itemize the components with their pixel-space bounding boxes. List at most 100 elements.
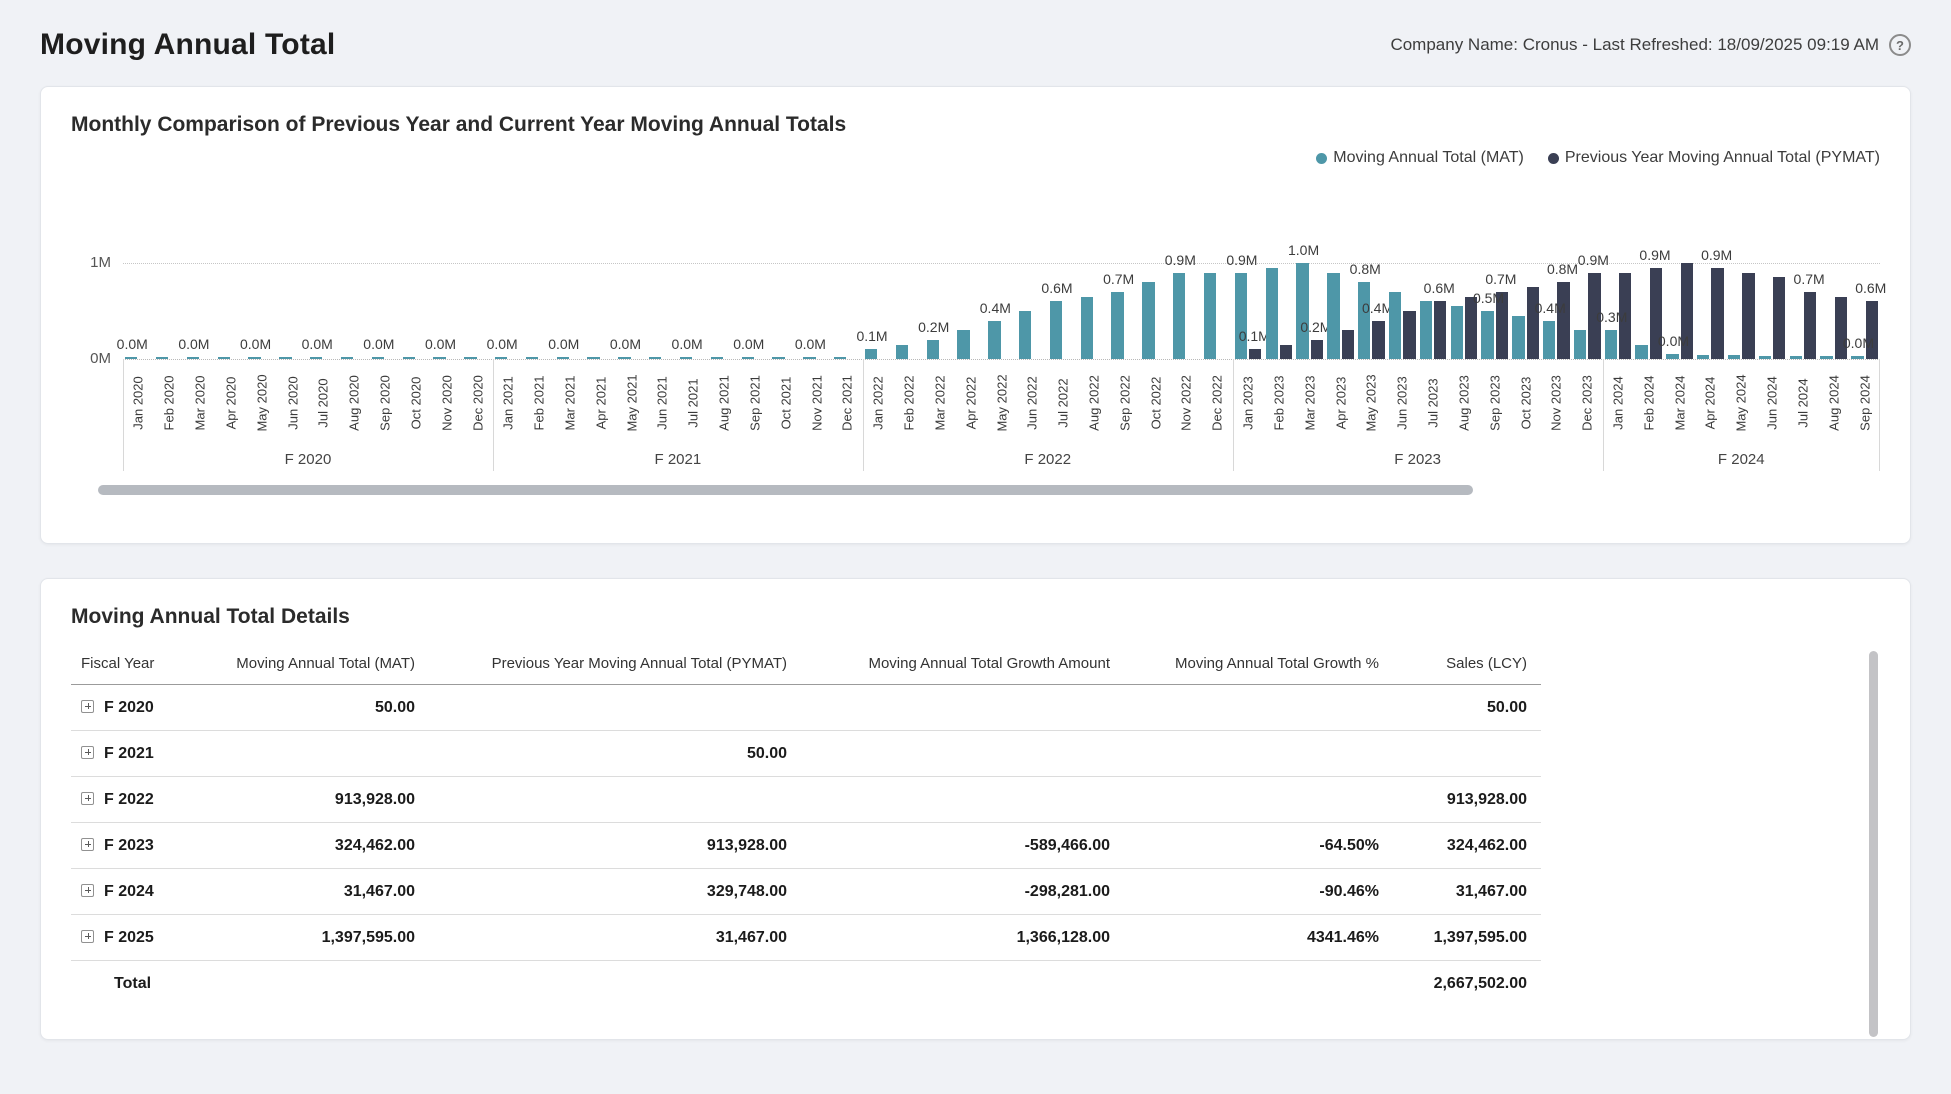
company-refresh-text: Company Name: Cronus - Last Refreshed: 1… [1390,35,1879,55]
month-slot [462,263,493,359]
pymat-bar[interactable] [1311,340,1323,359]
table-cell: 2,667,502.00 [1393,961,1541,1007]
column-header-1[interactable]: Moving Annual Total (MAT) [191,645,429,685]
table-title: Moving Annual Total Details [71,605,1880,629]
pymat-bar[interactable] [1434,301,1446,359]
y-axis-tick-1m: 1M [90,254,111,271]
mat-bar[interactable] [865,349,877,359]
pymat-bar[interactable] [1619,273,1631,359]
pymat-bar[interactable] [1465,297,1477,359]
month-slot [955,263,986,359]
fiscal-year-group: 0.3M0.9M0.0M0.9M0.7M0.0M0.6MJan 2024Feb … [1603,263,1880,471]
bar-data-label: 0.6M [1855,280,1886,296]
pymat-bar[interactable] [1650,268,1662,359]
column-header-4[interactable]: Moving Annual Total Growth % [1124,645,1393,685]
x-axis-month-label: Aug 2023 [1448,359,1479,447]
pymat-bar[interactable] [1496,292,1508,359]
mat-bar[interactable] [988,321,1000,359]
mat-bar[interactable] [1512,316,1524,359]
pymat-bar[interactable] [1557,282,1569,359]
mat-bar[interactable] [1050,301,1062,359]
legend-label-pymat: Previous Year Moving Annual Total (PYMAT… [1565,149,1880,167]
mat-bar[interactable] [1296,263,1308,359]
x-axis-month-label: Feb 2020 [154,359,185,447]
mat-bar[interactable] [1481,311,1493,359]
pymat-bar[interactable] [1711,268,1723,359]
month-slot: 0.8M0.4M [1356,263,1387,359]
table-cell [801,961,1124,1007]
month-slot: 0.0M [801,263,832,359]
mat-bar[interactable] [927,340,939,359]
mat-bar[interactable] [1111,292,1123,359]
pymat-bar[interactable] [1804,292,1816,359]
chart-plot-area: 1M 0M 0.0M0.0M0.0M0.0M0.0M0.0MJan 2020Fe… [123,263,1880,471]
legend-item-pymat[interactable]: Previous Year Moving Annual Total (PYMAT… [1548,149,1880,167]
expand-icon[interactable] [81,746,94,759]
fiscal-year-label: F 2020 [104,699,154,716]
pymat-bar[interactable] [1835,297,1847,359]
expand-icon[interactable] [81,792,94,805]
chart-scrollbar-track [71,485,1880,495]
x-axis-month-label: Jan 2021 [493,359,524,447]
mat-bar[interactable] [1327,273,1339,359]
fiscal-year-label: F 2023 [104,837,154,854]
mat-bar[interactable] [1081,297,1093,359]
expand-icon[interactable] [81,838,94,851]
column-header-0[interactable]: Fiscal Year [71,645,191,685]
pymat-bar[interactable] [1527,287,1539,359]
pymat-bar[interactable] [1403,311,1415,359]
pymat-bar[interactable] [1681,263,1693,359]
month-slot [894,263,925,359]
mat-bar[interactable] [1389,292,1401,359]
month-slot: 0.9M [1633,263,1664,359]
pymat-bar[interactable] [1372,321,1384,359]
x-axis-month-label: Jun 2022 [1017,359,1048,447]
mat-bar[interactable] [1266,268,1278,359]
table-vertical-scrollbar[interactable] [1869,651,1878,1037]
mat-bar[interactable] [1543,321,1555,359]
column-header-2[interactable]: Previous Year Moving Annual Total (PYMAT… [429,645,801,685]
x-axis-month-label: Dec 2022 [1202,359,1233,447]
month-slot [339,263,370,359]
mat-bar[interactable] [1019,311,1031,359]
report-meta: Company Name: Cronus - Last Refreshed: 1… [1390,34,1911,56]
mat-bar[interactable] [1235,273,1247,359]
table-header-row: Fiscal YearMoving Annual Total (MAT)Prev… [71,645,1541,685]
pymat-bar[interactable] [1588,273,1600,359]
pymat-bar[interactable] [1342,330,1354,359]
x-axis-month-label: Nov 2020 [431,359,462,447]
pymat-bar[interactable] [1280,345,1292,359]
mat-bar[interactable] [1420,301,1432,359]
pymat-bar[interactable] [1742,273,1754,359]
expand-icon[interactable] [81,884,94,897]
help-icon[interactable]: ? [1889,34,1911,56]
mat-bar[interactable] [1358,282,1370,359]
mat-bar[interactable] [1173,273,1185,359]
expand-icon[interactable] [81,930,94,943]
x-axis-month-label: Dec 2023 [1572,359,1603,447]
mat-bar[interactable] [1204,273,1216,359]
mat-bar[interactable] [1451,306,1463,359]
table-row: F 202150.00 [71,731,1541,777]
mat-bar[interactable] [1574,330,1586,359]
table-cell [1124,961,1393,1007]
mat-bar[interactable] [1142,282,1154,359]
table-cell [1393,731,1541,777]
mat-bar[interactable] [1605,330,1617,359]
mat-bar[interactable] [896,345,908,359]
month-slot: 0.9M [1695,263,1726,359]
mat-bar[interactable] [957,330,969,359]
legend-item-mat[interactable]: Moving Annual Total (MAT) [1316,149,1524,167]
column-header-5[interactable]: Sales (LCY) [1393,645,1541,685]
column-header-3[interactable]: Moving Annual Total Growth Amount [801,645,1124,685]
mat-bar[interactable] [1635,345,1647,359]
month-slot: 0.1M [863,263,894,359]
table-cell: 1,397,595.00 [191,915,429,961]
pymat-bar[interactable] [1773,277,1785,359]
expand-icon[interactable] [81,700,94,713]
pymat-bar[interactable] [1249,349,1261,359]
chart-horizontal-scrollbar[interactable] [98,485,1473,495]
pymat-bar[interactable] [1866,301,1878,359]
fiscal-year-group: 0.1M0.2M0.4M0.6M0.7M0.9MJan 2022Feb 2022… [863,263,1233,471]
month-slot: 0.6M [1418,263,1449,359]
